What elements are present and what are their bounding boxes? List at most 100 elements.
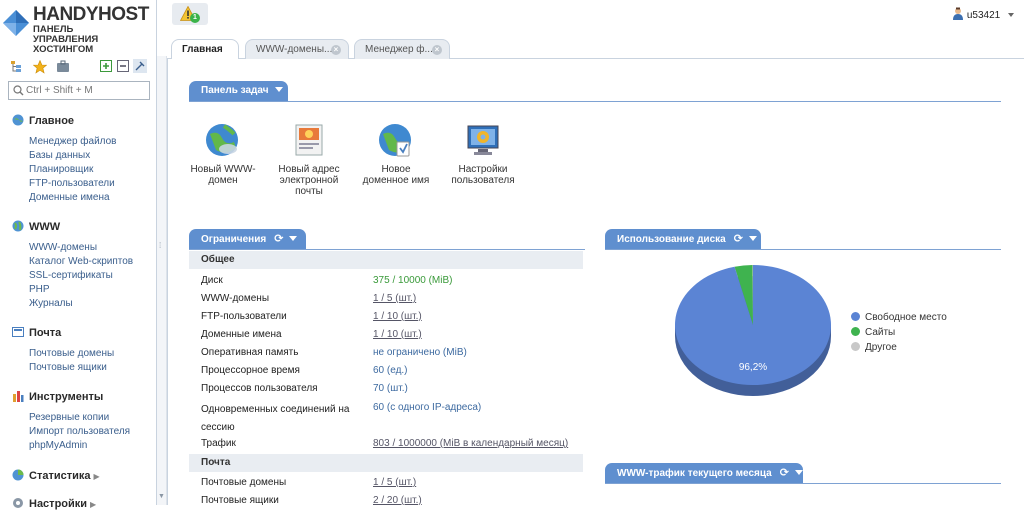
- limits-panel-header[interactable]: Ограничения⟳: [189, 229, 306, 249]
- refresh-icon[interactable]: ⟳: [274, 229, 283, 249]
- domain-globe-icon: [377, 122, 415, 160]
- limit-value-link[interactable]: 1 / 10 (шт.): [373, 310, 422, 323]
- panel-divider: [189, 249, 585, 250]
- disk-usage-panel-header[interactable]: Использование диска⟳: [605, 229, 761, 249]
- sidebar-item-file-manager[interactable]: Менеджер файлов: [29, 135, 117, 148]
- sidebar-item-scheduler[interactable]: Планировщик: [29, 163, 93, 176]
- sidebar-section-settings[interactable]: Настройки▶: [12, 497, 96, 511]
- warning-count-badge: 1: [190, 13, 200, 23]
- limit-label: FTP-пользователи: [201, 310, 287, 323]
- tools-icon: [12, 390, 24, 402]
- limit-label: Диск: [201, 274, 223, 287]
- limit-value: 60 (с одного IP-адреса): [373, 401, 481, 414]
- traffic-panel-header[interactable]: WWW-трафик текущего месяца⟳: [605, 463, 803, 483]
- main-content: Панель задач Новый WWW-домен Новый адрес…: [167, 59, 1024, 505]
- www-globe-icon: [204, 122, 242, 160]
- logo-diamond-icon: [3, 10, 29, 36]
- search-box[interactable]: [8, 81, 150, 100]
- collapse-all-icon[interactable]: [117, 60, 129, 75]
- favorites-star-icon[interactable]: [33, 60, 47, 77]
- chevron-down-icon: [1008, 13, 1014, 17]
- tab-main[interactable]: Главная: [171, 39, 239, 60]
- limit-value-link[interactable]: 803 / 1000000 (MiB в календарный месяц): [373, 437, 568, 450]
- sidebar-section-www[interactable]: WWW: [12, 220, 60, 234]
- limit-label: Процессорное время: [201, 364, 300, 377]
- sidebar-section-statistics[interactable]: Статистика▶: [12, 469, 100, 483]
- sidebar-item-domain-names[interactable]: Доменные имена: [29, 191, 110, 204]
- sidebar-item-mail-domains[interactable]: Почтовые домены: [29, 347, 114, 360]
- limit-value: 375 / 10000 (MiB): [373, 274, 453, 287]
- sidebar-item-ftp-users[interactable]: FTP-пользователи: [29, 177, 115, 190]
- sidebar-section-mail[interactable]: Почта: [12, 326, 61, 340]
- briefcase-icon[interactable]: [56, 60, 70, 76]
- task-new-domain-name[interactable]: Новое доменное имя: [361, 122, 431, 186]
- tab-strip: Главная WWW-домены...× Менеджер ф...×: [167, 39, 1024, 59]
- limits-group-general: Общее: [189, 251, 583, 269]
- panel-divider: [189, 101, 1001, 102]
- sidebar: HANDYHOST ПАНЕЛЬ УПРАВЛЕНИЯ ХОСТИНГОМ: [0, 0, 157, 505]
- brand-name: HANDYHOST: [33, 4, 149, 26]
- task-new-www-domain[interactable]: Новый WWW-домен: [188, 122, 258, 186]
- tab-file-manager[interactable]: Менеджер ф...×: [354, 39, 450, 59]
- limit-label: Оперативная память: [201, 346, 298, 359]
- refresh-icon[interactable]: ⟳: [780, 463, 789, 483]
- legend-item-other: Другое: [851, 342, 897, 354]
- sidebar-item-phpmyadmin[interactable]: phpMyAdmin: [29, 439, 87, 452]
- sidebar-splitter[interactable]: ⁞ ▼: [157, 56, 167, 505]
- legend-item-sites: Сайты: [851, 327, 895, 339]
- stats-icon: [12, 469, 24, 481]
- chevron-down-icon[interactable]: [289, 236, 297, 241]
- splitter-grip-icon: ⁞: [159, 241, 161, 250]
- legend-item-free-space: Свободное место: [851, 312, 947, 324]
- sidebar-item-www-domains[interactable]: WWW-домены: [29, 241, 97, 254]
- limits-group-mail: Почта: [189, 454, 583, 472]
- task-user-settings[interactable]: Настройки пользователя: [448, 122, 518, 186]
- expand-arrow-icon: ▶: [94, 472, 100, 481]
- search-input[interactable]: [26, 84, 146, 97]
- limit-label: Почтовые домены: [201, 476, 286, 489]
- sidebar-item-backups[interactable]: Резервные копии: [29, 411, 109, 424]
- brand-subtitle: ПАНЕЛЬ УПРАВЛЕНИЯ ХОСТИНГОМ: [33, 25, 98, 55]
- tab-www-domains[interactable]: WWW-домены...×: [245, 39, 349, 59]
- logo[interactable]: HANDYHOST ПАНЕЛЬ УПРАВЛЕНИЯ ХОСТИНГОМ: [3, 4, 155, 56]
- user-avatar-icon: [952, 7, 964, 20]
- sidebar-item-web-scripts[interactable]: Каталог Web-скриптов: [29, 255, 133, 268]
- chevron-down-icon[interactable]: [749, 236, 757, 241]
- chevron-down-icon[interactable]: [275, 87, 283, 92]
- limit-label: Одновременных соединений на сессию: [201, 401, 351, 437]
- pin-icon[interactable]: [133, 59, 147, 76]
- limit-label: Процессов пользователя: [201, 382, 318, 395]
- user-settings-icon: [464, 122, 502, 160]
- limit-value-link[interactable]: 1 / 10 (шт.): [373, 328, 422, 341]
- sidebar-section-tools[interactable]: Инструменты: [12, 390, 103, 404]
- warning-notification[interactable]: 1: [172, 3, 208, 25]
- limit-value: 60 (ед.): [373, 364, 408, 377]
- user-menu[interactable]: u53421: [952, 7, 1014, 21]
- settings-icon: [12, 497, 24, 509]
- close-icon[interactable]: ×: [331, 45, 341, 55]
- limit-value-link[interactable]: 1 / 5 (шт.): [373, 476, 416, 489]
- expand-all-icon[interactable]: [100, 60, 112, 75]
- refresh-icon[interactable]: ⟳: [734, 229, 743, 249]
- panel-divider: [605, 249, 1001, 250]
- panel-divider: [605, 483, 1001, 484]
- limit-value-link[interactable]: 1 / 5 (шт.): [373, 292, 416, 305]
- sidebar-item-user-import[interactable]: Импорт пользователя: [29, 425, 130, 438]
- sidebar-item-logs[interactable]: Журналы: [29, 297, 73, 310]
- sidebar-item-php[interactable]: PHP: [29, 283, 50, 296]
- task-new-email-address[interactable]: Новый адрес электронной почты: [274, 122, 344, 197]
- sidebar-section-main[interactable]: Главное: [12, 114, 74, 128]
- sidebar-item-databases[interactable]: Базы данных: [29, 149, 90, 162]
- mail-icon: [12, 326, 24, 338]
- tree-icon[interactable]: [10, 60, 23, 76]
- chevron-down-icon[interactable]: [795, 470, 803, 475]
- taskbar-panel-header[interactable]: Панель задач: [189, 81, 288, 101]
- close-icon[interactable]: ×: [432, 45, 442, 55]
- scroll-down-icon[interactable]: ▼: [158, 493, 165, 500]
- limit-value-link[interactable]: 2 / 20 (шт.): [373, 494, 422, 507]
- limit-label: Почтовые ящики: [201, 494, 279, 507]
- limit-value: 70 (шт.): [373, 382, 408, 395]
- sidebar-item-mailboxes[interactable]: Почтовые ящики: [29, 361, 107, 374]
- home-globe-icon: [12, 114, 24, 126]
- sidebar-item-ssl-certificates[interactable]: SSL-сертификаты: [29, 269, 113, 282]
